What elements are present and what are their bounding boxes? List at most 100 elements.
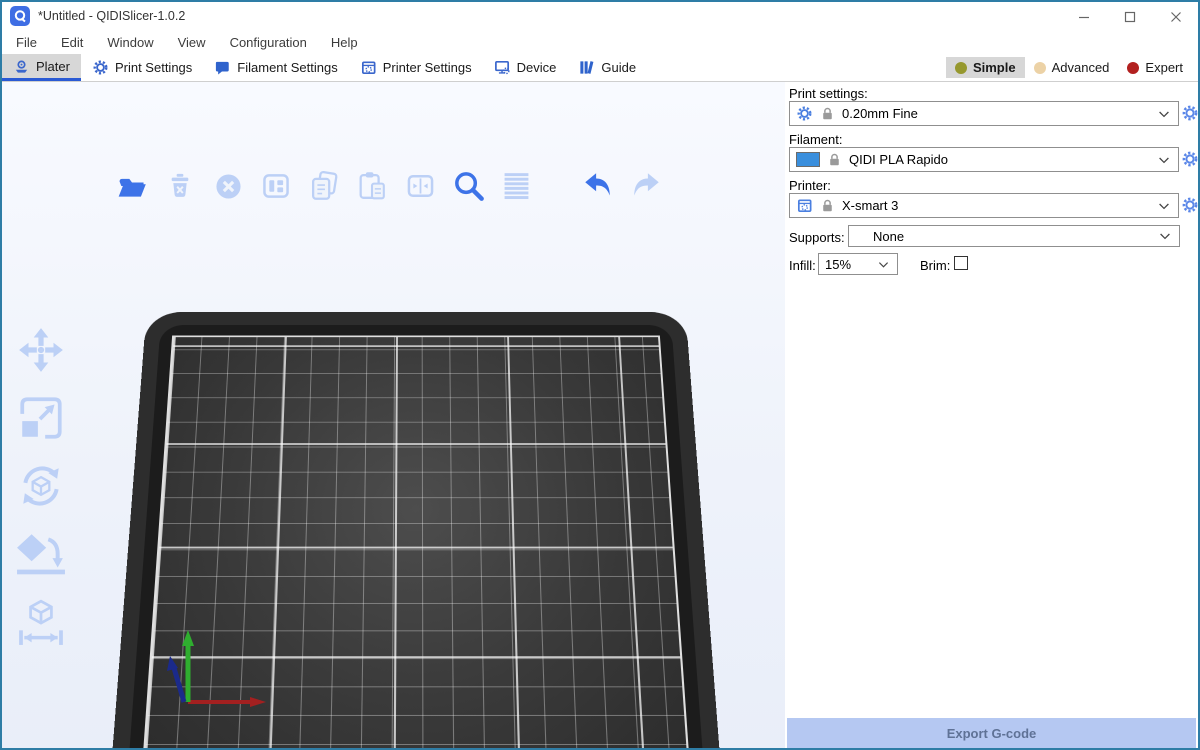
filament-gear-button[interactable] [1181,150,1199,168]
place-on-face-button[interactable] [14,528,68,580]
filament-color-swatch [796,152,820,167]
mode-simple[interactable]: Simple [946,57,1025,78]
move-button[interactable] [14,324,68,376]
menu-bar: File Edit Window View Configuration Help [2,31,1198,54]
print-settings-combo[interactable]: 0.20mm Fine [789,101,1179,126]
undo-button[interactable] [580,167,616,205]
advanced-mode-dot-icon [1034,62,1046,74]
search-button[interactable] [450,167,486,205]
place-on-face-icon [16,529,66,579]
print-settings-value: 0.20mm Fine [842,106,918,121]
tab-filament-settings[interactable]: Filament Settings [203,54,348,81]
undo-icon [581,169,615,203]
rotate-icon [16,461,66,511]
menu-window[interactable]: Window [95,32,165,53]
chevron-down-icon [1156,198,1172,214]
maximize-icon [1124,11,1136,23]
mode-simple-label: Simple [973,60,1016,75]
tab-plater[interactable]: Plater [2,54,81,81]
redo-button[interactable] [628,167,664,205]
infill-value: 15% [825,257,851,272]
printer-icon [360,59,377,76]
tab-guide[interactable]: Guide [567,54,647,81]
menu-view[interactable]: View [166,32,218,53]
delete-all-button[interactable] [210,167,246,205]
measure-button[interactable] [14,596,68,648]
arrange-icon [260,170,292,202]
origin-axes-icon [148,620,298,720]
tab-printer-settings-label: Printer Settings [383,60,472,75]
printer-combo[interactable]: X-smart 3 [789,193,1179,218]
infill-label: Infill: [789,258,816,273]
variable-layer-height-button[interactable] [498,167,534,205]
scale-icon [16,393,66,443]
rotate-button[interactable] [14,460,68,512]
print-settings-label: Print settings: [789,86,868,101]
minimize-button[interactable] [1061,2,1107,31]
close-button[interactable] [1153,2,1199,31]
delete-button[interactable] [162,167,198,205]
printer-icon [796,197,813,214]
split-objects-icon [404,170,437,202]
tab-print-settings-label: Print Settings [115,60,192,75]
supports-label: Supports: [789,230,845,245]
lock-icon [820,106,835,121]
scale-button[interactable] [14,392,68,444]
print-settings-gear-button[interactable] [1181,104,1199,122]
tab-bar: Plater Print Settings Filament Settings … [2,54,1198,82]
filament-icon [214,59,231,76]
paste-icon [355,169,389,203]
tab-printer-settings[interactable]: Printer Settings [349,54,483,81]
chevron-down-icon [1156,152,1172,168]
chevron-down-icon [1157,228,1173,244]
tab-device-label: Device [517,60,557,75]
measure-icon [16,597,66,647]
tab-print-settings[interactable]: Print Settings [81,54,203,81]
menu-edit[interactable]: Edit [49,32,95,53]
plater-icon [13,58,30,75]
paste-button[interactable] [354,167,390,205]
device-icon [494,59,511,76]
tab-filament-settings-label: Filament Settings [237,60,337,75]
tab-device[interactable]: Device [483,54,568,81]
supports-combo[interactable]: None [848,225,1180,247]
filament-combo[interactable]: QIDI PLA Rapido [789,147,1179,172]
3d-viewport[interactable] [2,82,785,750]
close-icon [1170,11,1182,23]
plater-toolbar [114,167,664,205]
settings-panel: Print settings: 0.20mm Fine Filament: QI… [785,82,1198,750]
maximize-button[interactable] [1107,2,1153,31]
open-folder-icon [115,170,149,202]
arrange-button[interactable] [258,167,294,205]
tab-plater-label: Plater [36,59,70,74]
copy-button[interactable] [306,167,342,205]
window-title: *Untitled - QIDISlicer-1.0.2 [38,9,185,23]
delete-all-icon [213,171,244,202]
printer-gear-button[interactable] [1181,196,1199,214]
filament-label: Filament: [789,132,842,147]
export-gcode-button[interactable]: Export G-code [787,718,1196,749]
infill-combo[interactable]: 15% [818,253,898,275]
copy-icon [307,169,341,203]
chevron-down-icon [1156,106,1172,122]
brim-checkbox[interactable] [954,256,968,270]
mode-advanced-label: Advanced [1052,60,1110,75]
open-file-button[interactable] [114,167,150,205]
redo-icon [629,169,663,203]
mode-advanced[interactable]: Advanced [1025,57,1119,78]
guide-icon [578,59,595,76]
title-bar[interactable]: *Untitled - QIDISlicer-1.0.2 [2,2,1198,31]
mode-selector: Simple Advanced Expert [946,54,1198,81]
brim-label: Brim: [920,258,950,273]
filament-value: QIDI PLA Rapido [849,152,948,167]
object-manipulation-toolbar [14,324,68,648]
menu-configuration[interactable]: Configuration [218,32,319,53]
move-icon [16,325,66,375]
mode-expert[interactable]: Expert [1118,57,1192,78]
chevron-down-icon [876,257,891,272]
menu-help[interactable]: Help [319,32,370,53]
expert-mode-dot-icon [1127,62,1139,74]
split-to-objects-button[interactable] [402,167,438,205]
printer-label: Printer: [789,178,831,193]
menu-file[interactable]: File [4,32,49,53]
